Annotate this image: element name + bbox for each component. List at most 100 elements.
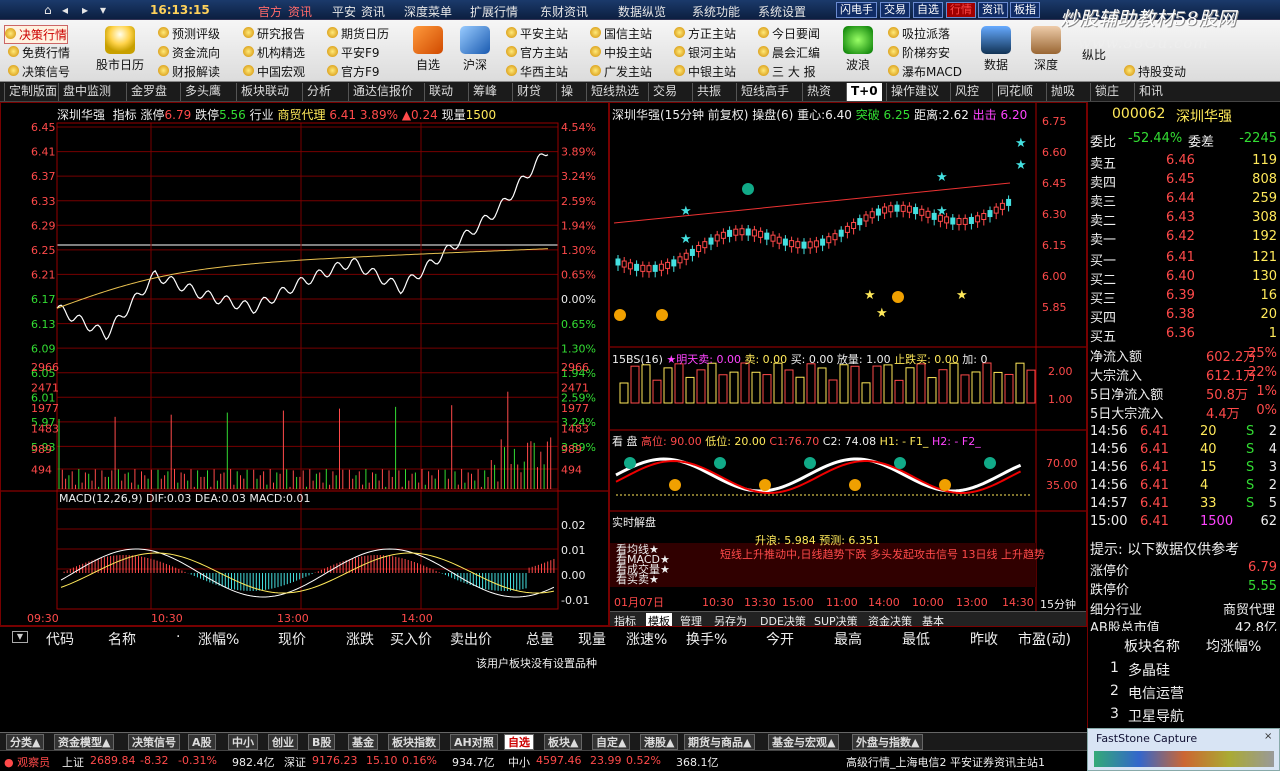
bottom-tab-10[interactable]: 自选 — [504, 734, 534, 750]
bottom-tab-7[interactable]: 基金 — [348, 734, 378, 750]
menu-pingan-news[interactable]: 资讯 — [361, 3, 385, 20]
tb-yinhe-station[interactable]: 银河主站 — [674, 44, 736, 61]
col-header-15[interactable]: 昨收 — [970, 629, 998, 649]
tb-capital-flow[interactable]: 资金流向 — [158, 44, 220, 61]
col-header-0[interactable]: 代码 — [46, 629, 74, 649]
bottom-tab-12[interactable]: 自定▲ — [592, 734, 630, 750]
tab-10[interactable]: 操 — [556, 83, 577, 101]
menu-pingan[interactable]: 平安 — [332, 3, 356, 20]
sector-row-2[interactable]: 3 卫星导航 — [1088, 706, 1280, 724]
bottom-tab-0[interactable]: 分类▲ — [6, 734, 44, 750]
period-selector[interactable]: 15分钟 — [1040, 596, 1076, 612]
col-header-12[interactable]: 今开 — [766, 629, 794, 649]
bottom-tab-5[interactable]: 创业 — [268, 734, 298, 750]
col-header-2[interactable]: · — [176, 629, 180, 645]
tb-zhongyin-station[interactable]: 中银主站 — [674, 63, 736, 80]
tb-morning-meeting[interactable]: 晨会汇编 — [758, 44, 820, 61]
tb-decision-quote[interactable]: 决策行情 — [4, 25, 68, 44]
tab-18[interactable]: 风控 — [950, 83, 983, 101]
tab-17[interactable]: 操作建议 — [886, 83, 943, 101]
tb-ladder[interactable]: 阶梯夯安 — [888, 44, 950, 61]
col-header-9[interactable]: 现量 — [578, 629, 606, 649]
bottom-tab-1[interactable]: 资金模型▲ — [54, 734, 114, 750]
col-header-14[interactable]: 最低 — [902, 629, 930, 649]
bottom-tab-15[interactable]: 基金与宏观▲ — [768, 734, 839, 750]
bottom-tab-13[interactable]: 港股▲ — [640, 734, 678, 750]
bottom-tab-8[interactable]: 板块指数 — [388, 734, 440, 750]
tab-4[interactable]: 板块联动 — [236, 83, 293, 101]
server-status[interactable]: 高级行情_上海电信2 平安证券资讯主站1 — [846, 754, 1045, 770]
tab-7[interactable]: 联动 — [424, 83, 457, 101]
sector-row-0[interactable]: 1 多晶硅 — [1088, 660, 1280, 678]
intraday-panel[interactable]: 深圳华强 指标 涨停6.79 跌停5.56 行业 商贸代理 6.41 3.89%… — [0, 102, 609, 626]
stock-list[interactable]: ▼ 代码 名称 · 涨幅% 现价 涨跌 买入价 卖出价 总量 现量 涨速% 换手% 今开 最高 最低 昨收 市盈… — [0, 626, 1087, 732]
tab-2[interactable]: 金罗盘 — [126, 83, 171, 101]
capture-toolbar[interactable] — [1094, 751, 1274, 767]
tb-xila[interactable]: 吸拉派落 — [888, 25, 950, 42]
col-header-16[interactable]: 市盈(动) — [1018, 629, 1071, 649]
tab-9[interactable]: 财贷 — [512, 83, 545, 101]
tb-macro[interactable]: 中国宏观 — [243, 63, 305, 80]
col-header-7[interactable]: 卖出价 — [450, 629, 492, 649]
tab-15[interactable]: 热资 — [802, 83, 835, 101]
menu-data[interactable]: 数据纵览 — [618, 3, 666, 20]
col-header-3[interactable]: 涨幅% — [198, 629, 239, 649]
tab-20[interactable]: 抛吸 — [1046, 83, 1079, 101]
quote-button[interactable]: 行情 — [946, 2, 976, 18]
menu-settings[interactable]: 系统设置 — [758, 3, 806, 20]
bottom-tab-11[interactable]: 板块▲ — [544, 734, 582, 750]
col-header-8[interactable]: 总量 — [526, 629, 554, 649]
tab-8[interactable]: 筹峰 — [468, 83, 501, 101]
tab-19[interactable]: 同花顺 — [992, 83, 1037, 101]
menu-eastmoney[interactable]: 东财资讯 — [540, 3, 588, 20]
tb-shanghai-shenzhen[interactable]: 沪深 — [457, 26, 493, 73]
tb-research[interactable]: 研究报告 — [243, 25, 305, 42]
tb-guangfa-station[interactable]: 广发主站 — [590, 63, 652, 80]
col-header-1[interactable]: 名称 — [108, 629, 136, 649]
tab-11[interactable]: 短线热选 — [586, 83, 643, 101]
col-header-4[interactable]: 现价 — [278, 629, 306, 649]
close-icon[interactable]: × — [1264, 731, 1272, 742]
tb-pingan-station[interactable]: 平安主站 — [506, 25, 568, 42]
tab-5[interactable]: 分析 — [302, 83, 335, 101]
back-icon[interactable]: ◂ — [62, 3, 68, 17]
tab-1[interactable]: 盘中监测 — [58, 83, 115, 101]
refresh-icon[interactable]: ▾ — [100, 3, 106, 17]
faststone-capture-bar[interactable]: FastStone Capture × — [1087, 728, 1280, 771]
menu-official[interactable]: 官方 — [258, 3, 282, 20]
col-header-13[interactable]: 最高 — [834, 629, 862, 649]
sector-row-1[interactable]: 2 电信运营 — [1088, 683, 1280, 701]
bottom-tab-9[interactable]: AH对照 — [450, 734, 498, 750]
col-header-5[interactable]: 涨跌 — [346, 629, 374, 649]
tb-watchlist[interactable]: 自选 — [410, 26, 446, 73]
tb-futures-calendar[interactable]: 期货日历 — [327, 25, 389, 42]
tb-pingan-f9[interactable]: 平安F9 — [327, 44, 380, 61]
col-header-10[interactable]: 涨速% — [626, 629, 667, 649]
menu-deep[interactable]: 深度菜单 — [404, 3, 452, 20]
tb-guoxin-station[interactable]: 国信主站 — [590, 25, 652, 42]
bottom-tab-2[interactable]: 决策信号 — [128, 734, 180, 750]
bottom-tab-14[interactable]: 期货与商品▲ — [684, 734, 755, 750]
tab-16[interactable]: T+0 — [846, 83, 882, 101]
home-icon[interactable]: ⌂ — [44, 3, 52, 17]
tab-3[interactable]: 多头鹰 — [180, 83, 225, 101]
col-header-11[interactable]: 换手% — [686, 629, 727, 649]
tb-holding-change[interactable]: 持股变动 — [1124, 63, 1186, 80]
bottom-tab-3[interactable]: A股 — [188, 734, 216, 750]
bottom-tab-4[interactable]: 中小 — [228, 734, 258, 750]
tb-decision-signal[interactable]: 决策信号 — [8, 63, 70, 80]
intraday-chart[interactable]: 6.45 6.41 6.37 6.33 6.29 6.25 6.21 6.17 6.13 6.09… — [1, 103, 608, 625]
kline-panel[interactable]: 6.75 6.60 6.45 6.30 6.15 6.00 5.85 2.00 1.00 70.0… — [609, 102, 1087, 626]
menu-system[interactable]: 系统功能 — [692, 3, 740, 20]
col-header-6[interactable]: 买入价 — [390, 629, 432, 649]
tb-three-papers[interactable]: 三 大 报 — [758, 63, 816, 80]
tb-data[interactable]: 数据 — [976, 26, 1016, 73]
tb-official-f9[interactable]: 官方F9 — [327, 63, 380, 80]
index-button[interactable]: 板指 — [1010, 2, 1040, 18]
tab-13[interactable]: 共振 — [692, 83, 725, 101]
tab-22[interactable]: 和讯 — [1134, 83, 1167, 101]
bottom-tab-16[interactable]: 外盘与指数▲ — [852, 734, 923, 750]
tb-waterfall-macd[interactable]: 瀑布MACD — [888, 63, 962, 80]
tb-official-station[interactable]: 官方主站 — [506, 44, 568, 61]
tab-6[interactable]: 通达信报价 — [348, 83, 417, 101]
